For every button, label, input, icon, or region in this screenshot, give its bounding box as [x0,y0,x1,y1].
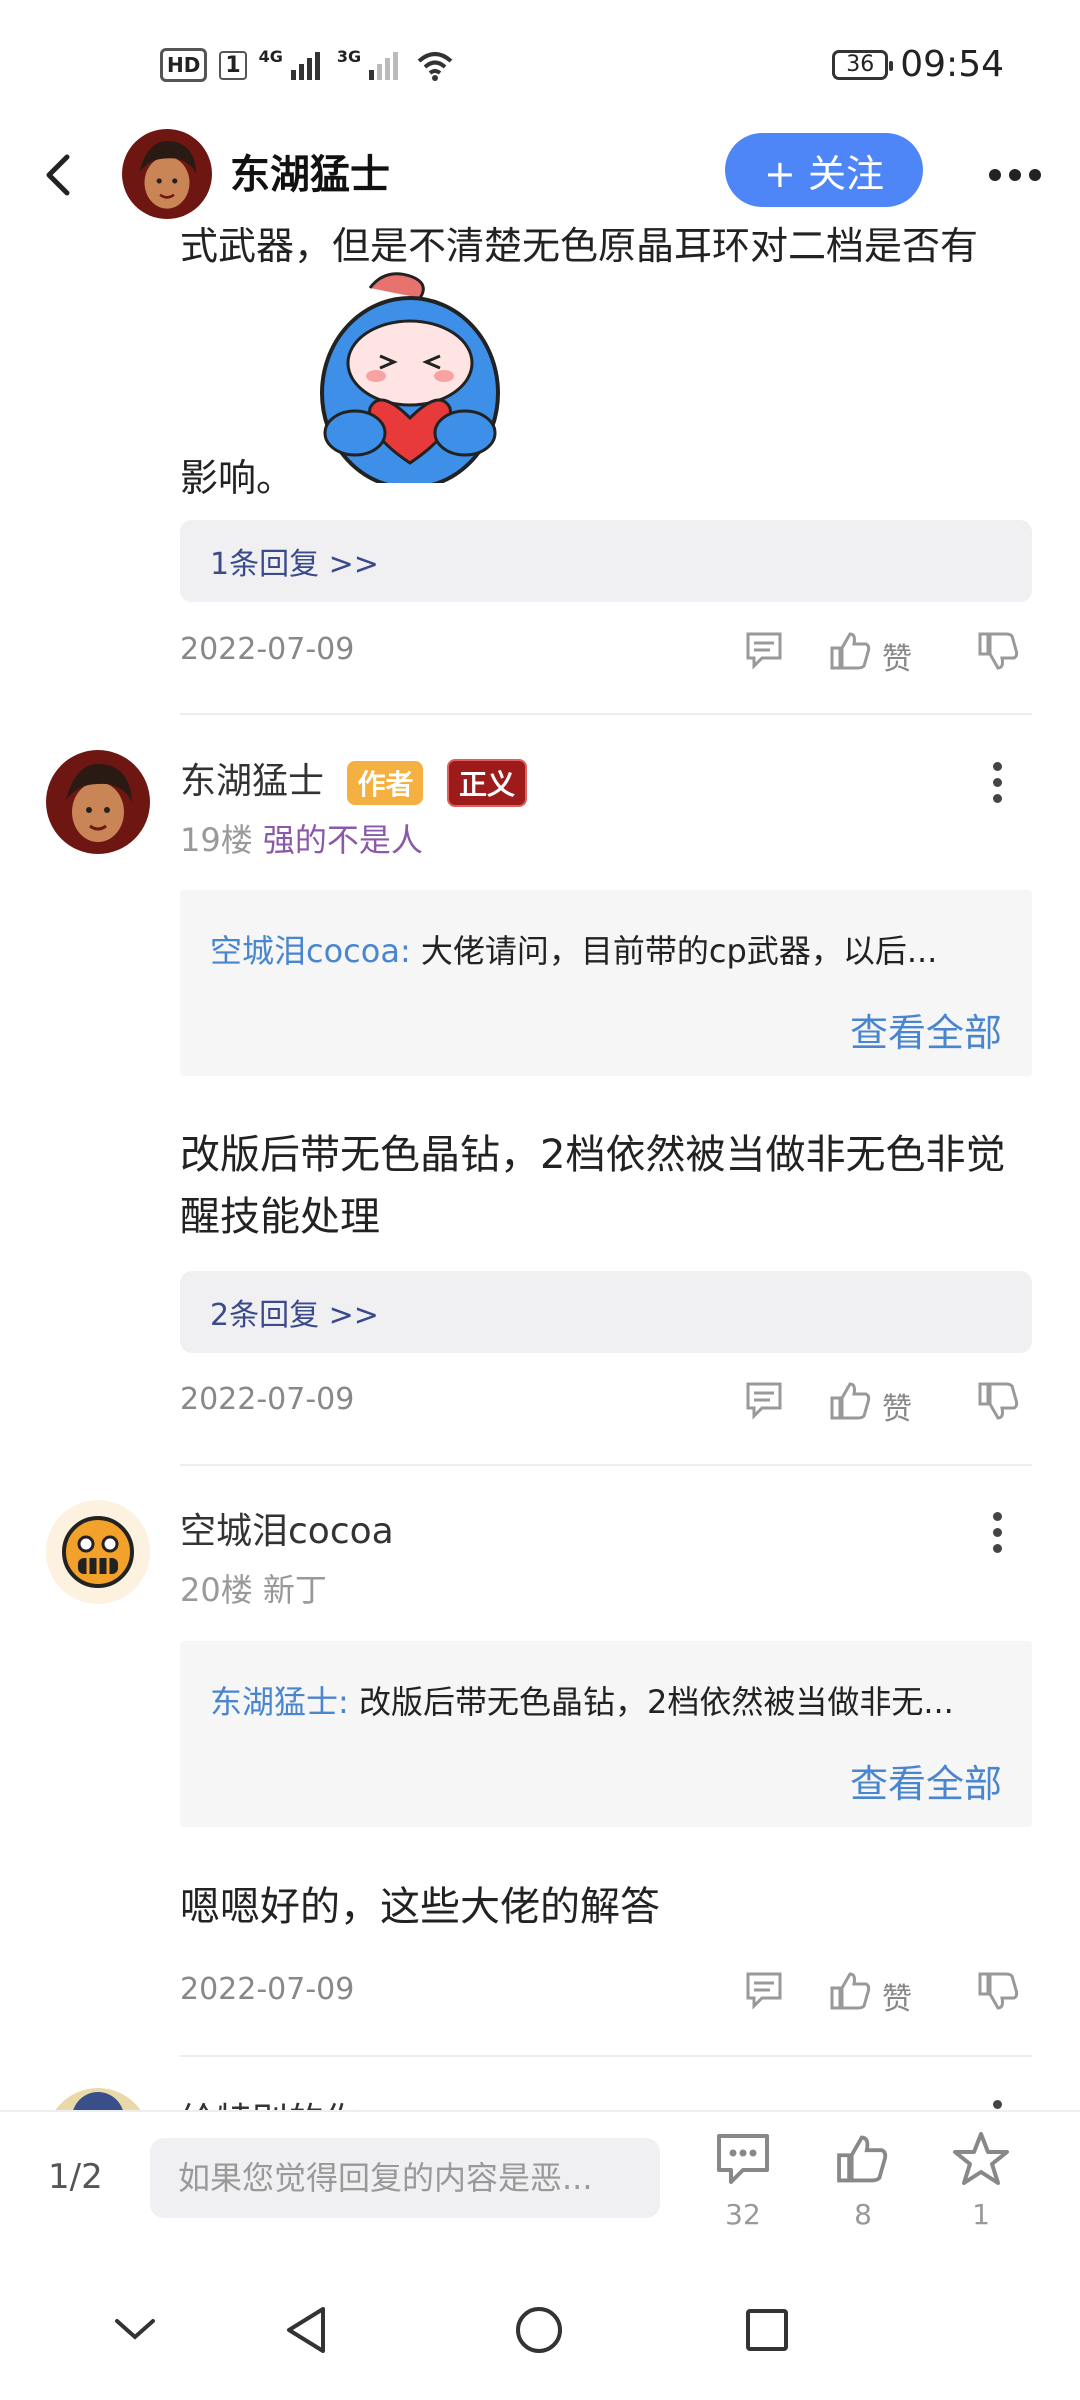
quote-author[interactable]: 空城泪cocoa: [210,932,411,970]
follow-button[interactable]: + 关注 [725,133,923,207]
view-replies-label: 1条回复 >> [210,547,379,582]
view-all-link[interactable]: 查看全部 [850,1753,1002,1808]
prev-post-ending-text: 影响。 [180,456,295,500]
next-post-more-menu-icon[interactable] [982,2090,1012,2110]
floor-number: 19楼 [180,821,253,859]
post19-quote[interactable]: 空城泪cocoa: 大佬请问，目前带的cp武器，以后... 查看全部 [180,890,1032,1076]
star-icon [953,2132,1009,2185]
back-button[interactable] [28,145,88,205]
warrior-avatar-icon [122,129,212,219]
thread-content[interactable]: 式武器，但是不清楚无色原晶耳环对二档是否有 影响。 1条回复 >> 2022-0… [0,0,1080,2110]
chevron-down-icon [115,2319,155,2340]
header-title[interactable]: 东湖猛士 [230,145,390,205]
avatar-kongchengleicocoa[interactable] [46,1500,150,1604]
comment-icon[interactable] [742,1378,786,1422]
warrior-avatar-icon [46,750,150,854]
post20-floor-line: 20楼 新丁 [180,1565,327,1611]
divider [180,2055,1032,2057]
next-post-author[interactable]: 给特别的你 [180,2092,360,2110]
thumbs-up-icon[interactable] [828,1378,874,1424]
back-arrow-icon [46,154,70,196]
prev-post-partial-text: 式武器，但是不清楚无色原晶耳环对二档是否有 [180,224,979,268]
user-tail: 新丁 [262,1571,327,1609]
post20-more-menu-icon[interactable] [982,1502,1012,1562]
view-replies-button[interactable]: 2条回复 >> [180,1271,1032,1353]
user-avatar-icon [46,2088,150,2110]
comment-bubble-icon [717,2134,769,2184]
quote-line: 空城泪cocoa: 大佬请问，目前带的cp武器，以后... [210,926,1010,972]
like-button[interactable]: 8 [818,2130,908,2231]
quote-text: 大佬请问，目前带的cp武器，以后... [410,932,938,970]
favorite-button[interactable]: 1 [936,2130,1026,2231]
page-indicator[interactable]: 1/2 [48,2157,103,2197]
system-nav-bar [0,2260,1080,2400]
favorite-count: 1 [972,2198,990,2231]
view-all-link[interactable]: 查看全部 [850,1002,1002,1057]
post19-meta: 2022-07-09 赞 [180,1372,1032,1432]
post20-meta: 2022-07-09 赞 [180,1962,1032,2022]
quote-author[interactable]: 东湖猛士: [210,1683,349,1721]
comment-icon[interactable] [742,1968,786,2012]
thumbs-up-icon[interactable] [828,628,874,674]
post20-quote[interactable]: 东湖猛士: 改版后带无色晶钻，2档依然被当做非无... 查看全部 [180,1641,1032,1827]
post19-text: 改版后带无色晶钻，2档依然被当做非无色非觉醒技能处理 [180,1132,1006,1240]
hide-nav-button[interactable] [100,2300,170,2360]
post19-floor-line: 19楼 强的不是人 [180,815,423,861]
view-replies-button[interactable]: 1条回复 >> [180,520,1032,602]
quote-text: 改版后带无色晶钻，2档依然被当做非无... [348,1683,954,1721]
top-bar: 东湖猛士 + 关注 [0,129,1080,219]
post19-more-menu-icon[interactable] [982,752,1012,812]
nav-home-button[interactable] [504,2300,574,2360]
nav-recents-button[interactable] [732,2300,802,2360]
reply-input[interactable] [150,2138,660,2218]
comment-count: 32 [725,2198,761,2231]
post19-author-name[interactable]: 东湖猛士 [180,761,324,802]
nav-back-button[interactable] [272,2300,342,2360]
avatar-donghumengshi[interactable] [46,750,150,854]
circle-home-icon [516,2307,562,2353]
thumbs-up-icon [837,2135,888,2183]
comments-button[interactable]: 32 [698,2130,788,2231]
user-tail: 强的不是人 [262,821,423,859]
author-badge: 作者 [347,761,424,805]
avatar-next-user[interactable] [46,2088,150,2110]
quote-line: 东湖猛士: 改版后带无色晶钻，2档依然被当做非无... [210,1677,1010,1723]
like-count: 8 [854,2198,872,2231]
like-label[interactable]: 赞 [882,634,912,678]
divider [180,1464,1032,1466]
more-options-icon[interactable] [975,145,1055,205]
divider [180,713,1032,715]
thumbs-down-icon[interactable] [976,1968,1022,2014]
thumbs-down-icon[interactable] [976,1378,1022,1424]
justice-badge: 正义 [446,759,527,807]
post-date: 2022-07-09 [180,632,355,667]
thumbs-down-icon[interactable] [976,628,1022,674]
post20-author[interactable]: 空城泪cocoa [180,1502,394,1554]
triangle-back-icon [287,2307,325,2353]
like-label[interactable]: 赞 [882,1974,912,2018]
heart-hug-sticker [320,272,500,483]
square-recents-icon [746,2309,788,2351]
view-replies-label: 2条回复 >> [210,1298,379,1333]
post20-text: 嗯嗯好的，这些大佬的解答 [180,1884,660,1930]
thumbs-up-icon[interactable] [828,1968,874,2014]
header-avatar[interactable] [122,129,212,219]
floor-number: 20楼 [180,1571,253,1609]
prev-post-meta: 2022-07-09 赞 [180,622,1032,682]
bottom-action-bar: 1/2 32 8 1 [0,2110,1080,2262]
like-label[interactable]: 赞 [882,1384,912,1428]
comment-icon[interactable] [742,628,786,672]
post-date: 2022-07-09 [180,1972,355,2007]
robot-face-avatar-icon [46,1500,150,1604]
post-date: 2022-07-09 [180,1382,355,1417]
post19-author[interactable]: 东湖猛士 作者 正义 [180,752,527,807]
